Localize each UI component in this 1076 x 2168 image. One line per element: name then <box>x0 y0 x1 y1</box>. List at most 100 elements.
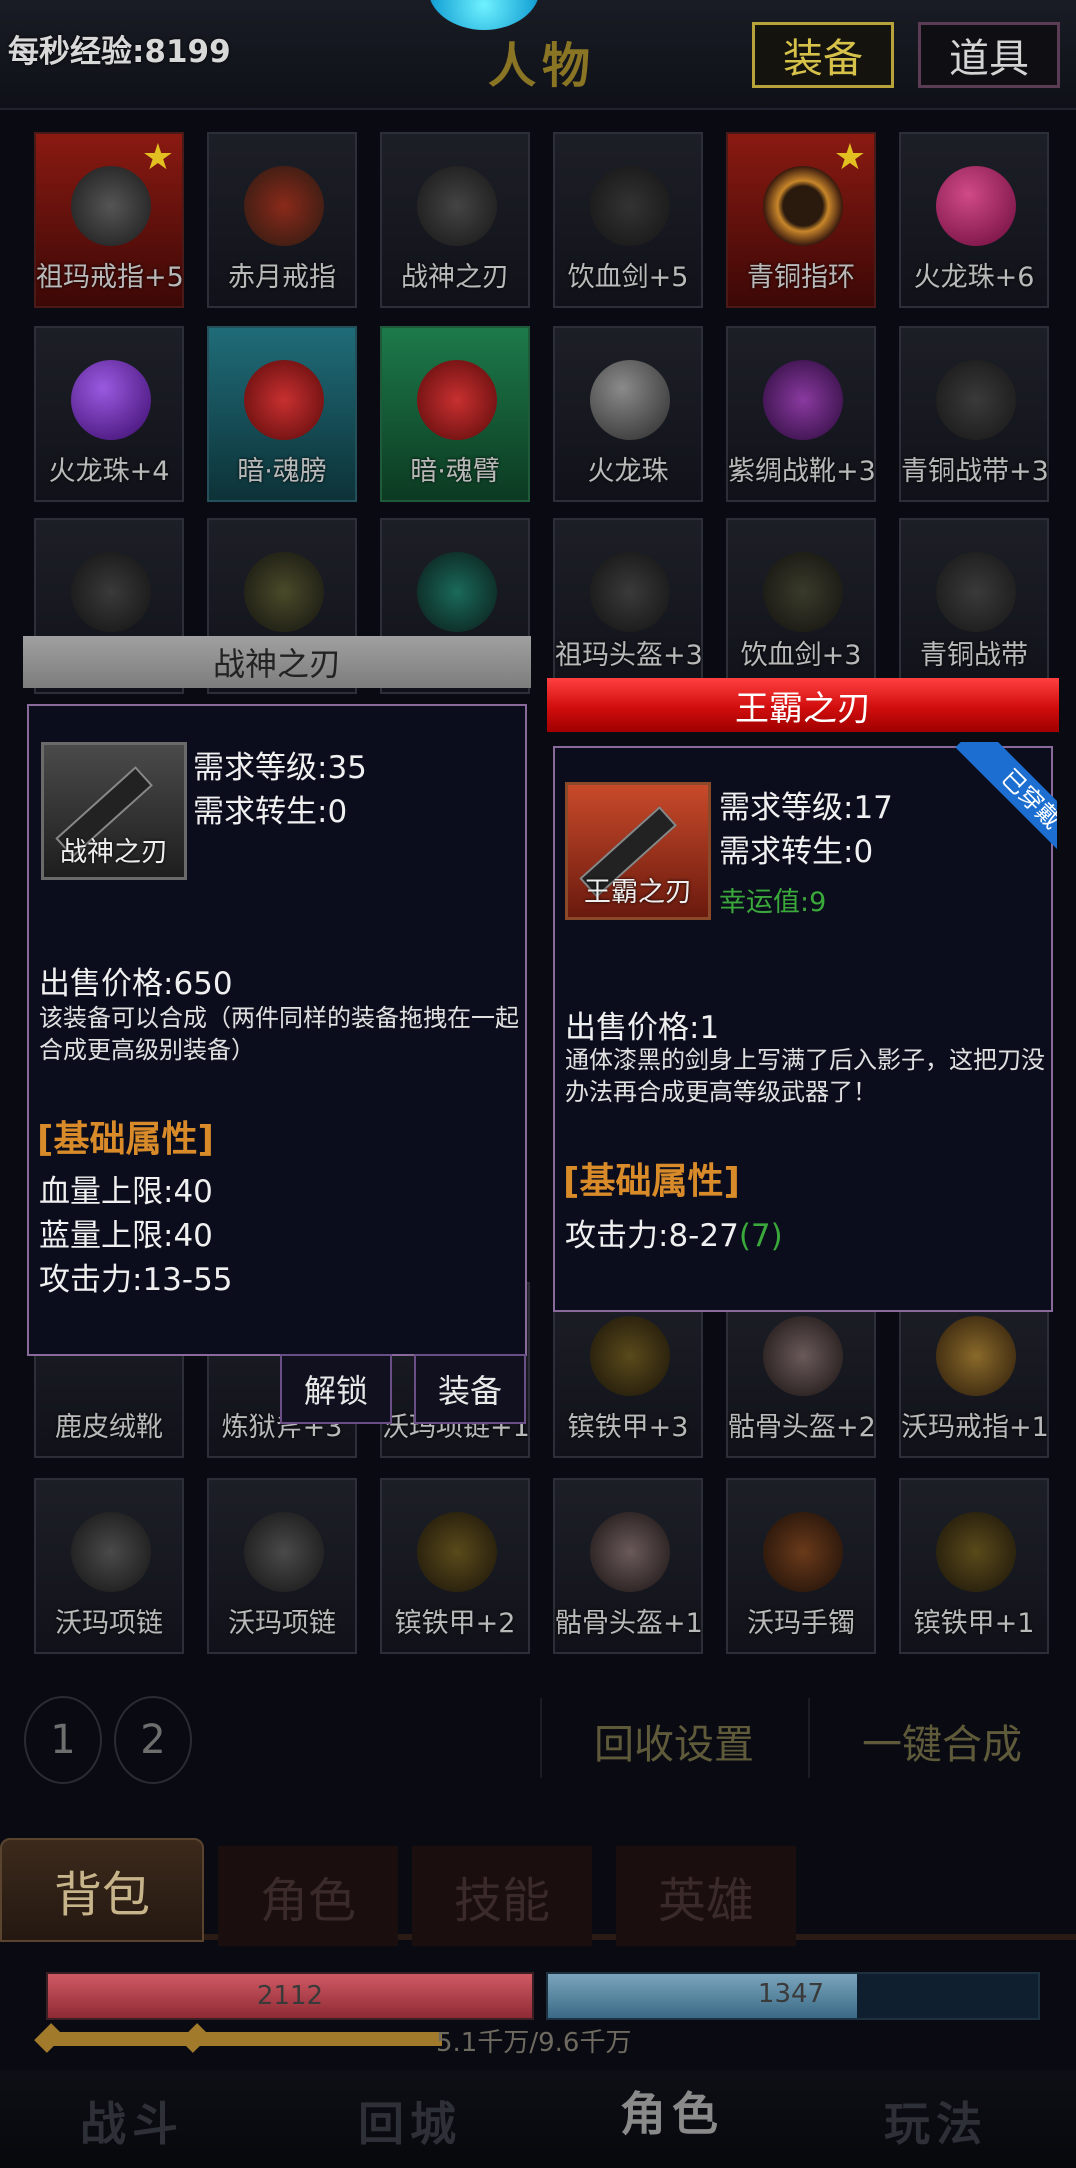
page-1-button[interactable]: 1 <box>24 1696 102 1784</box>
item-icon-label: 王霸之刃 <box>584 877 692 908</box>
hp-bar: 2112 <box>46 1972 534 2020</box>
hp-value: 2112 <box>256 1981 324 2011</box>
equip-slot[interactable]: 饮血剑+3 <box>726 518 876 694</box>
boots-icon <box>763 360 843 440</box>
equip-slot[interactable]: 镔铁甲+1 <box>899 1478 1049 1654</box>
slot-label: 祖玛头盔+3 <box>555 640 703 671</box>
description: 通体漆黑的剑身上写满了后入影子，这把刀没 <box>565 1046 1045 1074</box>
luck-value: 幸运值:9 <box>719 887 827 918</box>
orb-icon <box>71 360 151 440</box>
tab-bag[interactable]: 背包 <box>0 1838 204 1942</box>
attributes-header: [基础属性] <box>563 1161 740 1202</box>
equip-slot[interactable]: 祖玛头盔+3 <box>553 518 703 694</box>
equipped-item-panel: 王霸之刃 已穿戴 需求等级:17 需求转生:0 幸运值:9 出售价格:1 通体漆… <box>553 742 1057 1312</box>
ring-icon <box>71 166 151 246</box>
equip-slot[interactable]: 赤月戒指 <box>207 132 357 308</box>
helmet-icon <box>244 552 324 632</box>
exp-progress-text: 5.1千万/9.6千万 <box>436 2028 632 2058</box>
necklace-icon <box>71 1512 151 1592</box>
tab-role[interactable]: 角色 <box>218 1846 398 1946</box>
equip-slot[interactable]: 沃玛项链 <box>207 1478 357 1654</box>
star-icon: ★ <box>833 137 866 178</box>
required-rebirth: 需求转生:0 <box>719 834 874 870</box>
equip-slot[interactable]: ★ 青铜指环 <box>726 132 876 308</box>
equip-slot[interactable]: 火龙珠+6 <box>899 132 1049 308</box>
arm-icon <box>417 360 497 440</box>
skull-helmet-icon <box>590 1512 670 1592</box>
belt-icon <box>936 360 1016 440</box>
tab-skill[interactable]: 技能 <box>412 1846 592 1946</box>
sell-price: 出售价格:650 <box>39 966 233 1002</box>
equip-slot[interactable]: 暗·魂臂 <box>380 326 530 502</box>
item-detail-title: 战神之刃 <box>23 636 531 688</box>
required-level: 需求等级:35 <box>193 750 367 786</box>
slot-label: 沃玛手镯 <box>747 1608 855 1639</box>
equip-slot[interactable]: 沃玛项链 <box>34 1478 184 1654</box>
equip-button[interactable]: 装备 <box>414 1354 526 1424</box>
slot-label: 火龙珠 <box>587 456 669 487</box>
attribute-attack: 攻击力:13-55 <box>39 1262 233 1298</box>
shoulder-icon <box>244 360 324 440</box>
item-icon: 战神之刃 <box>41 742 187 880</box>
slot-label: 骷骨头盔+1 <box>555 1608 703 1639</box>
nav-role[interactable]: 角色 <box>620 2078 724 2144</box>
equip-slot[interactable]: 暗·魂膀 <box>207 326 357 502</box>
equip-slot[interactable]: 紫绸战靴+3 <box>726 326 876 502</box>
required-rebirth: 需求转生:0 <box>193 794 348 830</box>
tab-items[interactable]: 道具 <box>918 22 1060 88</box>
page-2-button[interactable]: 2 <box>114 1696 192 1784</box>
slot-label: 沃玛戒指+1 <box>901 1412 1049 1443</box>
equipped-item-title: 王霸之刃 <box>547 678 1059 732</box>
equip-slot[interactable]: 骷骨头盔+1 <box>553 1478 703 1654</box>
skull-helmet-icon <box>763 1316 843 1396</box>
unlock-button[interactable]: 解锁 <box>280 1354 392 1424</box>
slot-label: 骷骨头盔+2 <box>728 1412 876 1443</box>
equipped-badge-text: 已穿戴 <box>955 742 1057 862</box>
nav-play[interactable]: 玩法 <box>884 2088 988 2154</box>
sword-icon <box>763 552 843 632</box>
exp-bar <box>48 2032 442 2046</box>
slot-label: 沃玛项链 <box>228 1608 336 1639</box>
equipped-badge: 已穿戴 <box>937 742 1057 862</box>
slot-label: 暗·魂臂 <box>410 456 500 487</box>
tab-equipment[interactable]: 装备 <box>752 22 894 88</box>
ring-icon <box>763 166 843 246</box>
equip-slot[interactable]: 青铜战带+3 <box>899 326 1049 502</box>
mp-value: 1347 <box>757 1979 825 2009</box>
divider <box>808 1698 810 1778</box>
slot-label: 暗·魂膀 <box>237 456 327 487</box>
slot-label: 沃玛项链 <box>55 1608 163 1639</box>
recycle-settings-button[interactable]: 回收设置 <box>594 1712 754 1770</box>
divider <box>540 1698 542 1778</box>
slot-label: 火龙珠+6 <box>913 262 1035 293</box>
slot-label: 镔铁甲+2 <box>394 1608 516 1639</box>
equip-slot[interactable]: 火龙珠+4 <box>34 326 184 502</box>
star-icon: ★ <box>141 137 174 178</box>
description: 合成更高级别装备） <box>39 1036 255 1064</box>
sword-icon <box>590 166 670 246</box>
equip-slot[interactable]: 火龙珠 <box>553 326 703 502</box>
orb-icon <box>936 166 1016 246</box>
one-click-merge-button[interactable]: 一键合成 <box>862 1712 1022 1770</box>
nav-town[interactable]: 回城 <box>358 2088 462 2154</box>
equip-slot[interactable]: 镔铁甲+2 <box>380 1478 530 1654</box>
attribute-mp: 蓝量上限:40 <box>39 1218 213 1254</box>
equip-slot[interactable]: 饮血剑+5 <box>553 132 703 308</box>
required-level: 需求等级:17 <box>719 790 893 826</box>
slot-label: 青铜战带 <box>920 640 1028 671</box>
slot-label: 火龙珠+4 <box>48 456 170 487</box>
equip-slot[interactable]: 战神之刃 <box>380 132 530 308</box>
tab-hero[interactable]: 英雄 <box>616 1846 796 1946</box>
slot-label: 青铜指环 <box>747 262 855 293</box>
necklace-icon <box>244 1512 324 1592</box>
equip-slot[interactable]: ★ 祖玛戒指+5 <box>34 132 184 308</box>
equip-slot[interactable]: 青铜战带 <box>899 518 1049 694</box>
helmet-icon <box>590 552 670 632</box>
nav-battle[interactable]: 战斗 <box>80 2088 184 2154</box>
equip-slot[interactable]: 沃玛手镯 <box>726 1478 876 1654</box>
attribute-hp: 血量上限:40 <box>39 1174 213 1210</box>
armor-icon <box>417 1512 497 1592</box>
item-icon-label: 战神之刃 <box>60 837 168 868</box>
exp-bar-marker <box>180 2023 210 2053</box>
slot-label: 镔铁甲+3 <box>567 1412 689 1443</box>
